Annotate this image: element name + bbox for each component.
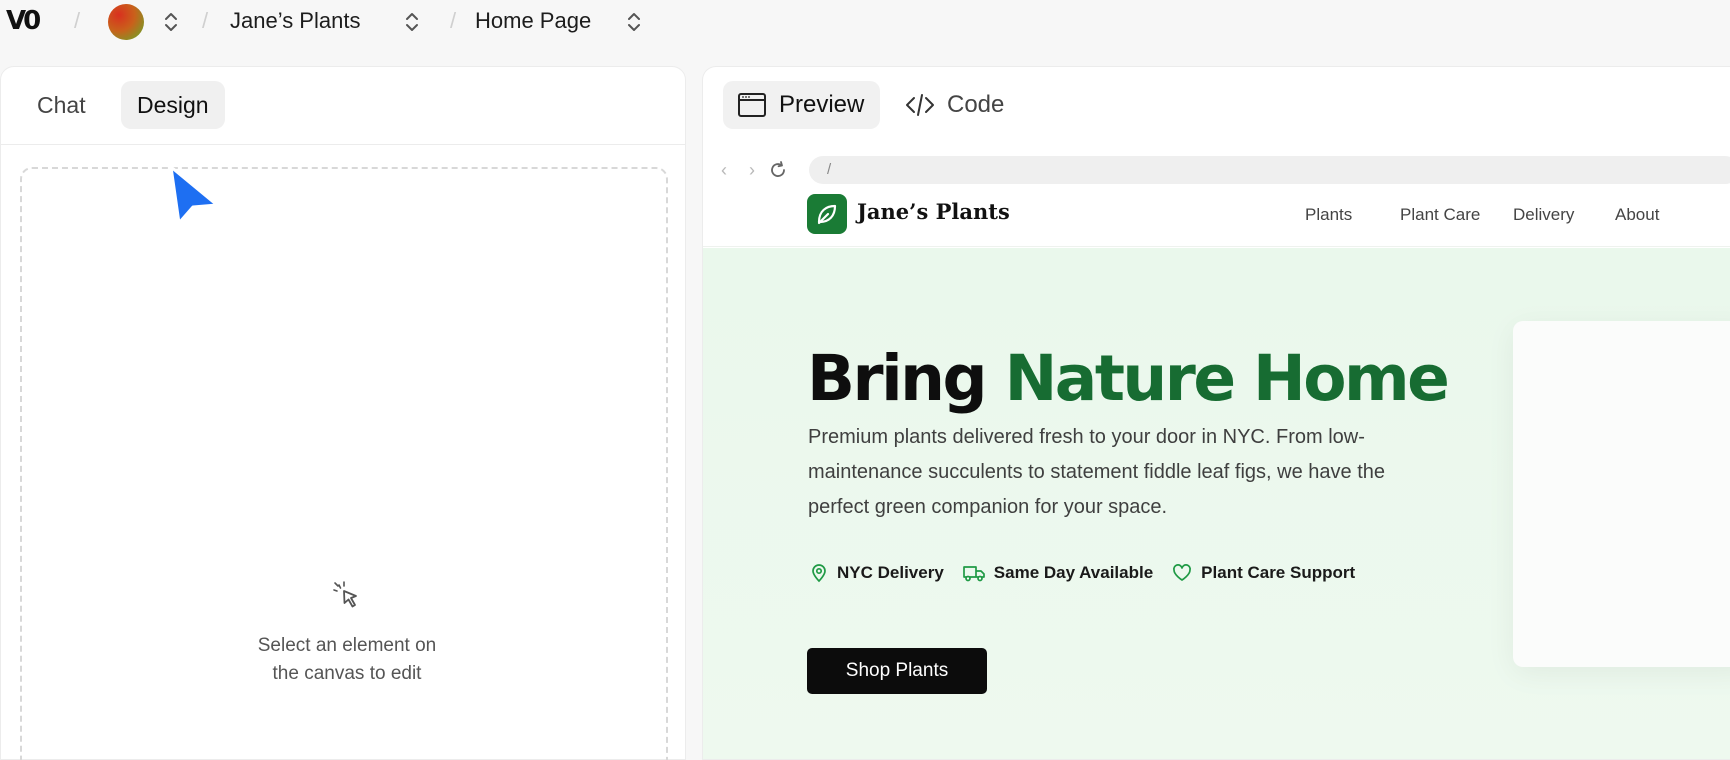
truck-icon [962, 566, 985, 582]
url-bar[interactable]: / [809, 156, 1730, 184]
feature-label: Same Day Available [993, 563, 1154, 582]
hint-text: Select an element on the canvas to edit [257, 635, 437, 684]
site-preview: Jane’s Plants Plants Plant Care Delivery… [703, 187, 1730, 759]
hero-title-part1: Bring [807, 342, 1005, 415]
nav-link-plant-care[interactable]: Plant Care [1400, 205, 1480, 225]
feature-label: Plant Care Support [1201, 563, 1356, 582]
browser-toolbar: ‹ › / [703, 153, 1730, 187]
page-selector[interactable]: Home Page [475, 6, 591, 36]
hero-title: Bring Nature Home [807, 342, 1450, 415]
tab-code[interactable]: Code [891, 81, 1020, 129]
hero-description: Premium plants delivered fresh to your d… [808, 426, 1386, 518]
refresh-icon[interactable] [767, 159, 789, 181]
chevron-updown-icon[interactable] [162, 8, 180, 36]
preview-panel: Preview Code ‹ › / Jane’s Plants Plants … [702, 66, 1730, 760]
nav-link-delivery[interactable]: Delivery [1513, 205, 1574, 225]
feature-item: Same Day Available [962, 563, 1153, 583]
back-icon[interactable]: ‹ [713, 159, 735, 181]
tab-preview[interactable]: Preview [723, 81, 881, 129]
feature-item: NYC Delivery [809, 563, 944, 583]
tab-design[interactable]: Design [121, 81, 225, 129]
site-navbar: Jane’s Plants Plants Plant Care Delivery… [703, 187, 1730, 247]
nav-link-about[interactable]: About [1615, 205, 1659, 225]
hero-title-accent: Nature Home [1004, 342, 1450, 415]
chevron-updown-icon[interactable] [625, 8, 643, 36]
window-icon [738, 93, 766, 117]
cursor-click-icon [333, 581, 357, 608]
v0-logo[interactable]: V0 [6, 6, 41, 36]
site-brand-name[interactable]: Jane’s Plants [857, 199, 1010, 224]
forward-icon[interactable]: › [741, 159, 763, 181]
panel-tabs: Chat Design [1, 67, 685, 145]
shop-plants-button[interactable]: Shop Plants [807, 648, 987, 694]
code-icon [906, 94, 934, 116]
tab-chat[interactable]: Chat [21, 81, 102, 129]
mouse-cursor-icon [169, 165, 219, 225]
breadcrumb-separator: / [74, 8, 81, 33]
team-avatar[interactable] [108, 4, 144, 40]
feature-label: NYC Delivery [837, 563, 944, 582]
map-pin-icon [812, 564, 826, 583]
element-editor-area: Select an element on the canvas to edit [20, 167, 668, 760]
nav-link-plants[interactable]: Plants [1305, 205, 1352, 225]
project-selector[interactable]: Jane’s Plants [230, 6, 360, 36]
hero-section: Bring Nature Home Premium plants deliver… [703, 248, 1730, 759]
heart-icon [1173, 564, 1192, 581]
select-element-hint: Select an element on the canvas to edit [242, 579, 452, 688]
hero-image-card [1513, 321, 1730, 667]
leaf-logo-icon[interactable] [807, 194, 847, 234]
breadcrumb-separator: / [202, 8, 209, 33]
tab-preview-label: Preview [779, 91, 865, 118]
top-bar: V0 / / Jane’s Plants / Home Page [0, 0, 1730, 44]
chevron-updown-icon[interactable] [403, 8, 421, 36]
design-panel: Chat Design Select an element on the can… [0, 66, 686, 760]
feature-list: NYC Delivery Same Day Available Plant Ca… [809, 563, 1355, 583]
tab-code-label: Code [947, 91, 1005, 118]
breadcrumb-separator: / [450, 8, 457, 33]
feature-item: Plant Care Support [1171, 563, 1355, 583]
